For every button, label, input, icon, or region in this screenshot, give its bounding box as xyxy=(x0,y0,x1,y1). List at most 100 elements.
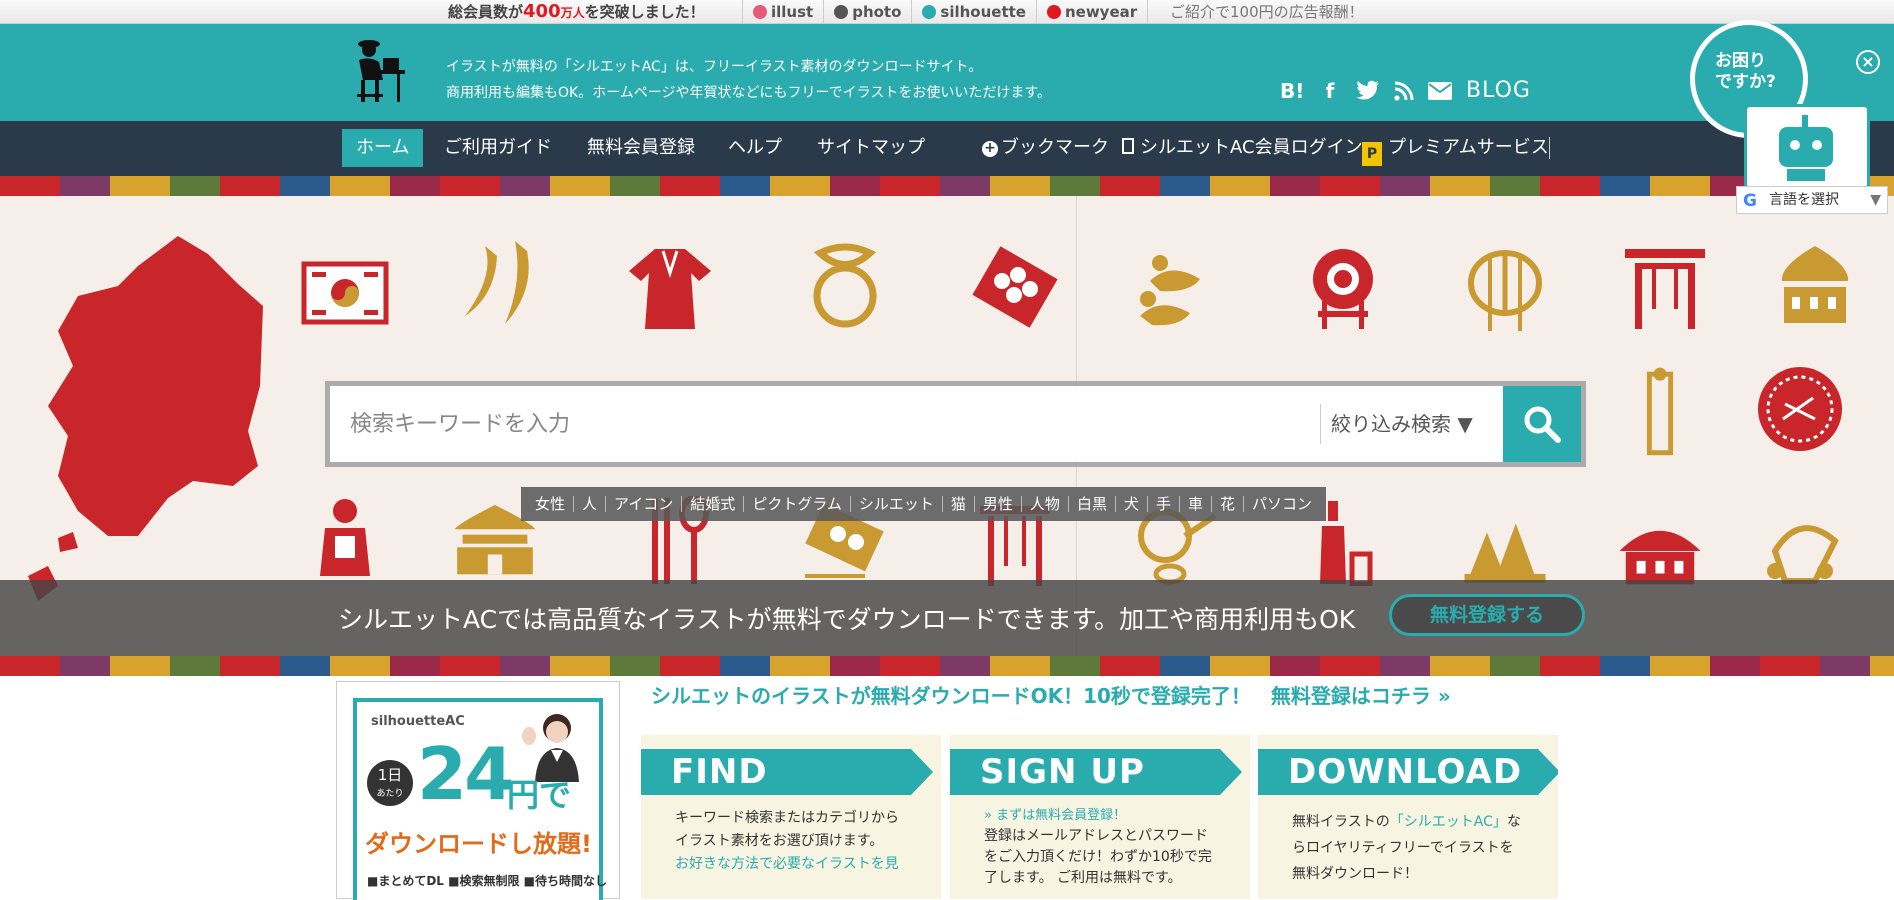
tag-link[interactable]: シルエット xyxy=(851,496,943,512)
search-box: 絞り込み検索 ▼ xyxy=(330,386,1581,462)
site-link-illust[interactable]: illust xyxy=(742,0,823,24)
step-title: DOWNLOAD xyxy=(1258,749,1558,795)
tag-link[interactable]: 男性 xyxy=(975,496,1022,512)
ad-brand-logo: silhouetteAC xyxy=(371,714,465,729)
tag-link[interactable]: 犬 xyxy=(1116,496,1148,512)
blog-link[interactable]: BLOG xyxy=(1466,78,1531,103)
refine-search-dropdown[interactable]: 絞り込み検索 ▼ xyxy=(1320,404,1473,444)
robot-assistant-icon[interactable] xyxy=(1744,104,1870,190)
nav-member-login[interactable]: シルエットAC会員ログイン xyxy=(1108,129,1377,167)
site-link-photo[interactable]: photo xyxy=(823,0,911,24)
free-register-button[interactable]: 無料登録する xyxy=(1389,594,1585,636)
site-logo[interactable] xyxy=(349,34,409,106)
step-find: FIND キーワード検索またはカテゴリから イラスト素材をお選び頂けます。 お好… xyxy=(641,735,941,899)
tag-link[interactable]: 女性 xyxy=(527,496,575,512)
search-panel: 絞り込み検索 ▼ xyxy=(325,381,1586,467)
decorative-pattern-band xyxy=(0,656,1894,676)
korean-flag-illustration xyxy=(301,261,389,325)
tag-link[interactable]: 白黒 xyxy=(1069,496,1116,512)
ad-features: ■まとめてDL ■検索無制限 ■待ち時間なし xyxy=(367,874,607,888)
document-icon xyxy=(1122,138,1134,154)
hero-banner: 絞り込み検索 ▼ 女性 人 アイコン 結婚式 ピクトグラム シルエット 猫 男性… xyxy=(0,196,1894,656)
tag-link[interactable]: アイコン xyxy=(606,496,683,512)
social-links: B! f BLOG xyxy=(1280,78,1531,103)
rss-icon[interactable] xyxy=(1394,81,1414,101)
tag-link[interactable]: 花 xyxy=(1212,496,1245,512)
chevron-down-icon: ▼ xyxy=(1870,192,1881,208)
language-selector[interactable]: G 言語を選択 ▼ xyxy=(1736,186,1888,214)
korean-figure-illustration xyxy=(320,499,370,576)
nav-bookmark[interactable]: + ブックマーク xyxy=(968,129,1123,167)
member-count-notice: 総会員数が400万人を突破しました！ xyxy=(448,1,705,22)
ad-yen: 円で xyxy=(507,776,572,814)
tag-link[interactable]: 人 xyxy=(574,496,607,512)
step-sign-up: SIGN UP » まずは無料会員登録！ 登録はメールアドレスとパスワード をご… xyxy=(950,735,1250,899)
google-icon: G xyxy=(1743,191,1757,211)
sister-site-links: illust photo silhouette newyear xyxy=(742,0,1149,24)
twitter-icon[interactable] xyxy=(1356,80,1380,102)
ad-price: 24 xyxy=(417,732,514,816)
nav-sitemap[interactable]: サイトマップ xyxy=(803,129,939,167)
search-input[interactable] xyxy=(330,386,1320,462)
tag-link[interactable]: 結婚式 xyxy=(682,496,745,512)
lantern-illustration xyxy=(1468,250,1542,331)
site-link-silhouette[interactable]: silhouette xyxy=(911,0,1036,24)
nav-premium[interactable]: P プレミアムサービス xyxy=(1348,129,1563,167)
nav-register[interactable]: 無料会員登録 xyxy=(573,129,709,167)
premium-p-icon: P xyxy=(1362,142,1382,166)
nav-home[interactable]: ホーム xyxy=(342,129,424,167)
pavilion-illustration xyxy=(1781,246,1849,323)
tag-link[interactable]: 車 xyxy=(1180,496,1212,512)
ad-unlimited-download: ダウンロードし放題! xyxy=(365,830,592,858)
close-icon[interactable]: × xyxy=(1856,50,1880,74)
hero-message: シルエットACでは高品質なイラストが無料でダウンロードできます。加工や商用利用も… xyxy=(338,605,1356,634)
top-announcement-bar: 総会員数が400万人を突破しました！ illust photo silhouet… xyxy=(0,0,1894,24)
hero-message-bar: シルエットACでは高品質なイラストが無料でダウンロードできます。加工や商用利用も… xyxy=(0,580,1894,656)
wooden-ducks-illustration xyxy=(1140,255,1200,326)
hatena-bookmark-icon[interactable]: B! xyxy=(1280,79,1304,103)
popular-keyword-tags: 女性 人 アイコン 結婚式 ピクトグラム シルエット 猫 男性 人物 白黒 犬 … xyxy=(521,487,1327,521)
referral-promo-link[interactable]: ご紹介で100円の広告報酬！ xyxy=(1170,1,1364,22)
newyear-icon xyxy=(1046,5,1061,19)
step-title: SIGN UP xyxy=(950,749,1242,795)
search-icon xyxy=(1524,406,1561,443)
totem-illustration xyxy=(1646,367,1674,456)
free-register-lead-link[interactable]: シルエットのイラストが無料ダウンロードOK！10秒で登録完了！ 無料登録はコチラ… xyxy=(651,680,1451,709)
facebook-icon[interactable]: f xyxy=(1318,79,1342,103)
photo-icon xyxy=(834,5,849,19)
main-navigation: ホーム ご利用ガイド 無料会員登録 ヘルプ サイトマップ + ブックマーク シルエ… xyxy=(0,121,1894,176)
gate-illustration xyxy=(1625,249,1705,329)
site-header: イラストが無料の「シルエットAC」は、フリーイラスト素材のダウンロードサイト。 … xyxy=(0,24,1894,121)
site-link-newyear[interactable]: newyear xyxy=(1035,0,1149,24)
ad-per-day-badge: 1日 あたり xyxy=(367,760,413,806)
korea-map-illustration xyxy=(28,236,263,601)
tag-link[interactable]: 手 xyxy=(1148,496,1180,512)
site-tagline: イラストが無料の「シルエットAC」は、フリーイラスト素材のダウンロードサイト。 … xyxy=(446,59,1051,101)
nav-divider xyxy=(1549,137,1550,159)
chili-pepper-illustration xyxy=(465,241,529,324)
nav-help[interactable]: ヘルプ xyxy=(714,129,796,167)
illust-icon xyxy=(753,5,767,19)
tag-link[interactable]: パソコン xyxy=(1244,496,1320,512)
step-link[interactable]: » まずは無料会員登録！ xyxy=(984,805,1224,826)
ornament-disc-illustration xyxy=(1758,367,1842,451)
step-title: FIND xyxy=(641,749,933,795)
drum-illustration xyxy=(1313,249,1373,329)
knot-ornament-illustration xyxy=(813,243,877,328)
member-count-number: 400 xyxy=(523,1,561,22)
step-download: DOWNLOAD 無料イラストの「シルエットAC」な らロイヤリティフリーでイラ… xyxy=(1258,735,1558,899)
tag-link[interactable]: 猫 xyxy=(943,496,975,512)
nav-guide[interactable]: ご利用ガイド xyxy=(430,129,566,167)
tag-link[interactable]: 人物 xyxy=(1022,496,1069,512)
search-button[interactable] xyxy=(1503,386,1581,462)
tag-link[interactable]: ピクトグラム xyxy=(744,496,851,512)
silhouette-icon xyxy=(922,5,937,19)
plus-circle-icon: + xyxy=(982,141,998,157)
decorative-pattern-band xyxy=(0,176,1894,196)
mail-icon[interactable] xyxy=(1428,81,1452,100)
rice-cakes-illustration xyxy=(1464,523,1546,583)
hanbok-illustration xyxy=(629,249,711,329)
tteok-plate-illustration xyxy=(972,246,1058,328)
step-link[interactable]: お好きな方法で必要なイラストを見 xyxy=(675,853,915,876)
premium-ad-banner[interactable]: silhouetteAC 1日 あたり 24 円で ダウンロードし放題! ■まとめ… xyxy=(336,681,620,900)
